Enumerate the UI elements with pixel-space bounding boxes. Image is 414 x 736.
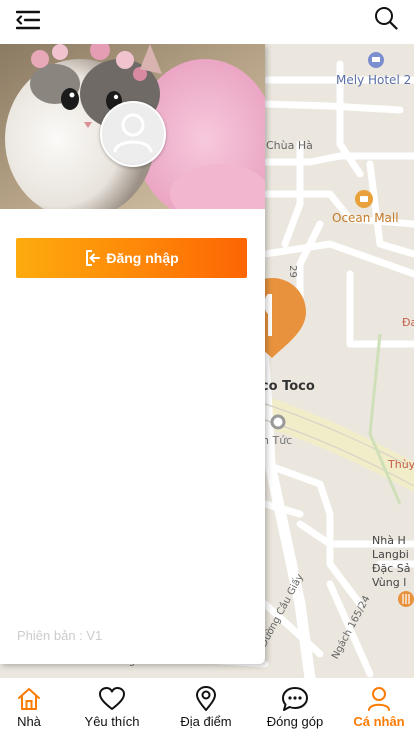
nav-label: Nhà (17, 714, 41, 729)
nav-label: Cá nhân (353, 714, 405, 729)
nav-item-places[interactable]: Địa điểm (166, 678, 246, 736)
login-icon (84, 249, 102, 267)
bottom-navigation: Nhà Yêu thích Địa điểm Đóng góp Cá nhân (0, 678, 414, 736)
map-label-line: Vùng l (372, 576, 407, 589)
nav-item-favorites[interactable]: Yêu thích (58, 678, 166, 736)
nav-item-contribute[interactable]: Đóng góp (246, 678, 344, 736)
profile-drawer: Đăng nhập Phiên bản : V1 (0, 44, 265, 664)
map-label-thuy: Thùy (388, 458, 414, 471)
map-label-line: Nhà H (372, 534, 406, 547)
nav-item-home[interactable]: Nhà (0, 678, 58, 736)
search-icon (374, 6, 398, 35)
map-label-pagoda: Chùa Hà (266, 139, 313, 152)
app-version: Phiên bản : V1 (17, 628, 103, 643)
map-label-hotel: Mely Hotel 2 (336, 73, 412, 87)
map-label-da: Đa (402, 316, 414, 329)
nav-label: Địa điểm (180, 714, 232, 729)
heart-icon (99, 686, 125, 712)
person-icon (367, 686, 391, 712)
user-avatar-icon (102, 103, 164, 165)
menu-collapse-icon (15, 10, 41, 35)
cover-image (0, 44, 265, 209)
user-avatar[interactable] (100, 101, 166, 167)
map-label-mall: Ocean Mall (332, 211, 399, 225)
menu-button[interactable] (12, 6, 44, 38)
nav-label: Đóng góp (266, 714, 324, 729)
chat-bubble-icon (281, 686, 309, 712)
map-label-street: n Tức (262, 434, 293, 447)
nav-label: Yêu thích (84, 714, 140, 729)
top-app-bar (0, 0, 414, 44)
location-pin-icon (195, 686, 217, 712)
map-label-line: Đặc Sả (372, 562, 411, 575)
search-button[interactable] (370, 4, 402, 36)
login-button-label: Đăng nhập (106, 250, 179, 266)
map-label-restaurant: Nhà H Langbi Đặc Sả Vùng l (372, 534, 411, 590)
map-label-line: Langbi (372, 548, 409, 561)
login-button[interactable]: Đăng nhập (16, 238, 247, 278)
nav-item-profile[interactable]: Cá nhân (344, 678, 414, 736)
home-icon (16, 686, 42, 712)
